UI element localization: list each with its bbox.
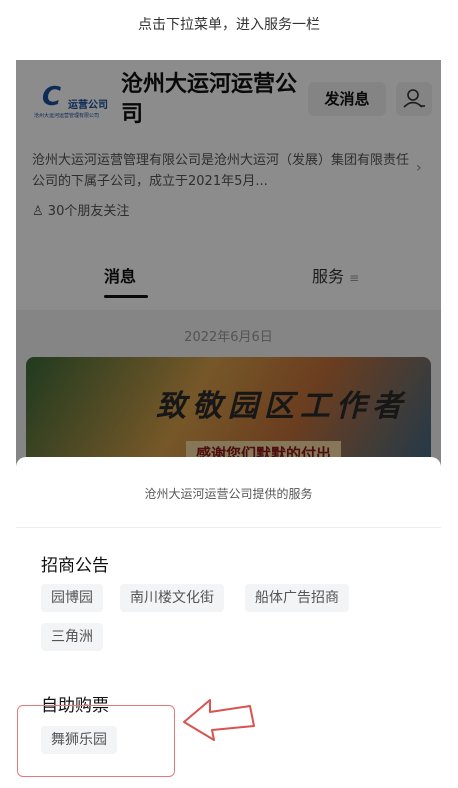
sheet-title: 沧州大运河运营公司提供的服务 [144, 487, 313, 501]
chip-sanjiaozhou[interactable]: 三角洲 [41, 623, 103, 651]
sheet-divider [16, 527, 441, 528]
chip-nanchuanlou[interactable]: 南川楼文化街 [120, 584, 224, 612]
chip-ship-ads[interactable]: 船体广告招商 [245, 584, 349, 612]
highlight-box [17, 705, 175, 777]
pointer-arrow-icon [183, 699, 255, 741]
chip-yuanboyuan[interactable]: 园博园 [41, 584, 103, 612]
section-title-investment: 招商公告 [41, 556, 109, 576]
instruction-text: 点击下拉菜单，进入服务一栏 [138, 17, 320, 33]
